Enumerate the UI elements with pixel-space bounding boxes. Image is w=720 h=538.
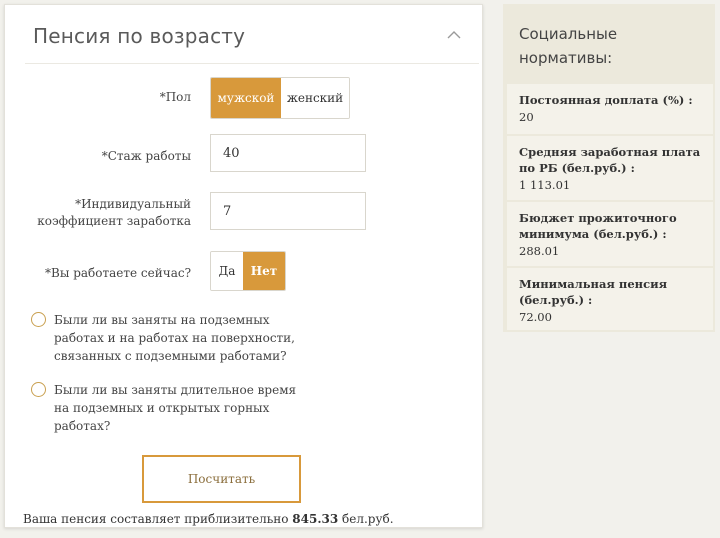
norm-value: 20 [519, 110, 534, 124]
underground-line1: Были ли вы заняты на подземных [54, 313, 270, 327]
result-prefix: Ваша пенсия составляет приблизительно [23, 512, 289, 526]
working-label: *Вы работаете сейчас? [45, 266, 191, 280]
norm-value: 1 113.01 [519, 178, 571, 192]
experience-label: *Стаж работы [101, 149, 191, 163]
norm-value: 288.01 [519, 244, 560, 258]
coefficient-label: *Индивидуальный коэффициент заработка [5, 196, 191, 230]
social-norms-title: Социальные нормативы: [519, 25, 618, 67]
norm-item: Бюджет прожиточного минимума (бел.руб.) … [507, 202, 713, 266]
norm-item: Минимальная пенсия (бел.руб.) : 72.00 [507, 268, 713, 330]
coefficient-label-line2: коэффициент заработка [37, 214, 191, 228]
gender-option-male[interactable]: мужской [211, 78, 281, 118]
norm-value: 72.00 [519, 310, 552, 324]
radio-icon[interactable] [31, 312, 46, 327]
divider [25, 63, 479, 64]
calculate-button[interactable]: Посчитать [142, 455, 301, 503]
social-norms-panel: Социальные нормативы: Постоянная доплата… [503, 4, 715, 332]
coefficient-label-line1: *Индивидуальный [75, 197, 191, 211]
norm-key: Минимальная пенсия (бел.руб.) : [519, 277, 668, 307]
underground-line2: работах и на работах на поверхности, [54, 331, 295, 345]
gender-option-female[interactable]: женский [281, 78, 349, 118]
underground-option-label: Были ли вы заняты на подземных работах и… [54, 311, 324, 365]
underground-option[interactable]: Были ли вы заняты на подземных работах и… [31, 311, 324, 365]
gender-toggle: мужской женский [210, 77, 350, 119]
working-option-no[interactable]: Нет [243, 252, 285, 290]
working-option-yes[interactable]: Да [211, 252, 243, 290]
result-amount: 845.33 [292, 512, 339, 526]
pension-calculator-card: Пенсия по возрасту *Пол мужской женский … [4, 4, 483, 528]
chevron-up-icon[interactable] [445, 27, 463, 43]
working-toggle: Да Нет [210, 251, 286, 291]
pension-result: Ваша пенсия составляет приблизительно 84… [23, 512, 394, 526]
experience-input[interactable] [210, 134, 366, 172]
mining-line3: работах? [54, 419, 111, 433]
mining-line2: на подземных и открытых горных [54, 401, 270, 415]
gender-label: *Пол [159, 90, 191, 104]
norm-key: Бюджет прожиточного минимума (бел.руб.) … [519, 211, 677, 241]
mining-option[interactable]: Были ли вы заняты длительное время на по… [31, 381, 324, 435]
mining-option-label: Были ли вы заняты длительное время на по… [54, 381, 324, 435]
norm-item: Постоянная доплата (%) : 20 [507, 84, 713, 134]
norm-item: Средняя заработная плата по РБ (бел.руб.… [507, 136, 713, 200]
mining-line1: Были ли вы заняты длительное время [54, 383, 297, 397]
coefficient-input[interactable] [210, 192, 366, 230]
radio-icon[interactable] [31, 382, 46, 397]
result-suffix: бел.руб. [342, 512, 394, 526]
page-title: Пенсия по возрасту [33, 24, 246, 48]
norm-key: Постоянная доплата (%) : [519, 93, 693, 107]
underground-line3: связанных с подземными работами? [54, 349, 287, 363]
norm-key: Средняя заработная плата по РБ (бел.руб.… [519, 145, 701, 175]
